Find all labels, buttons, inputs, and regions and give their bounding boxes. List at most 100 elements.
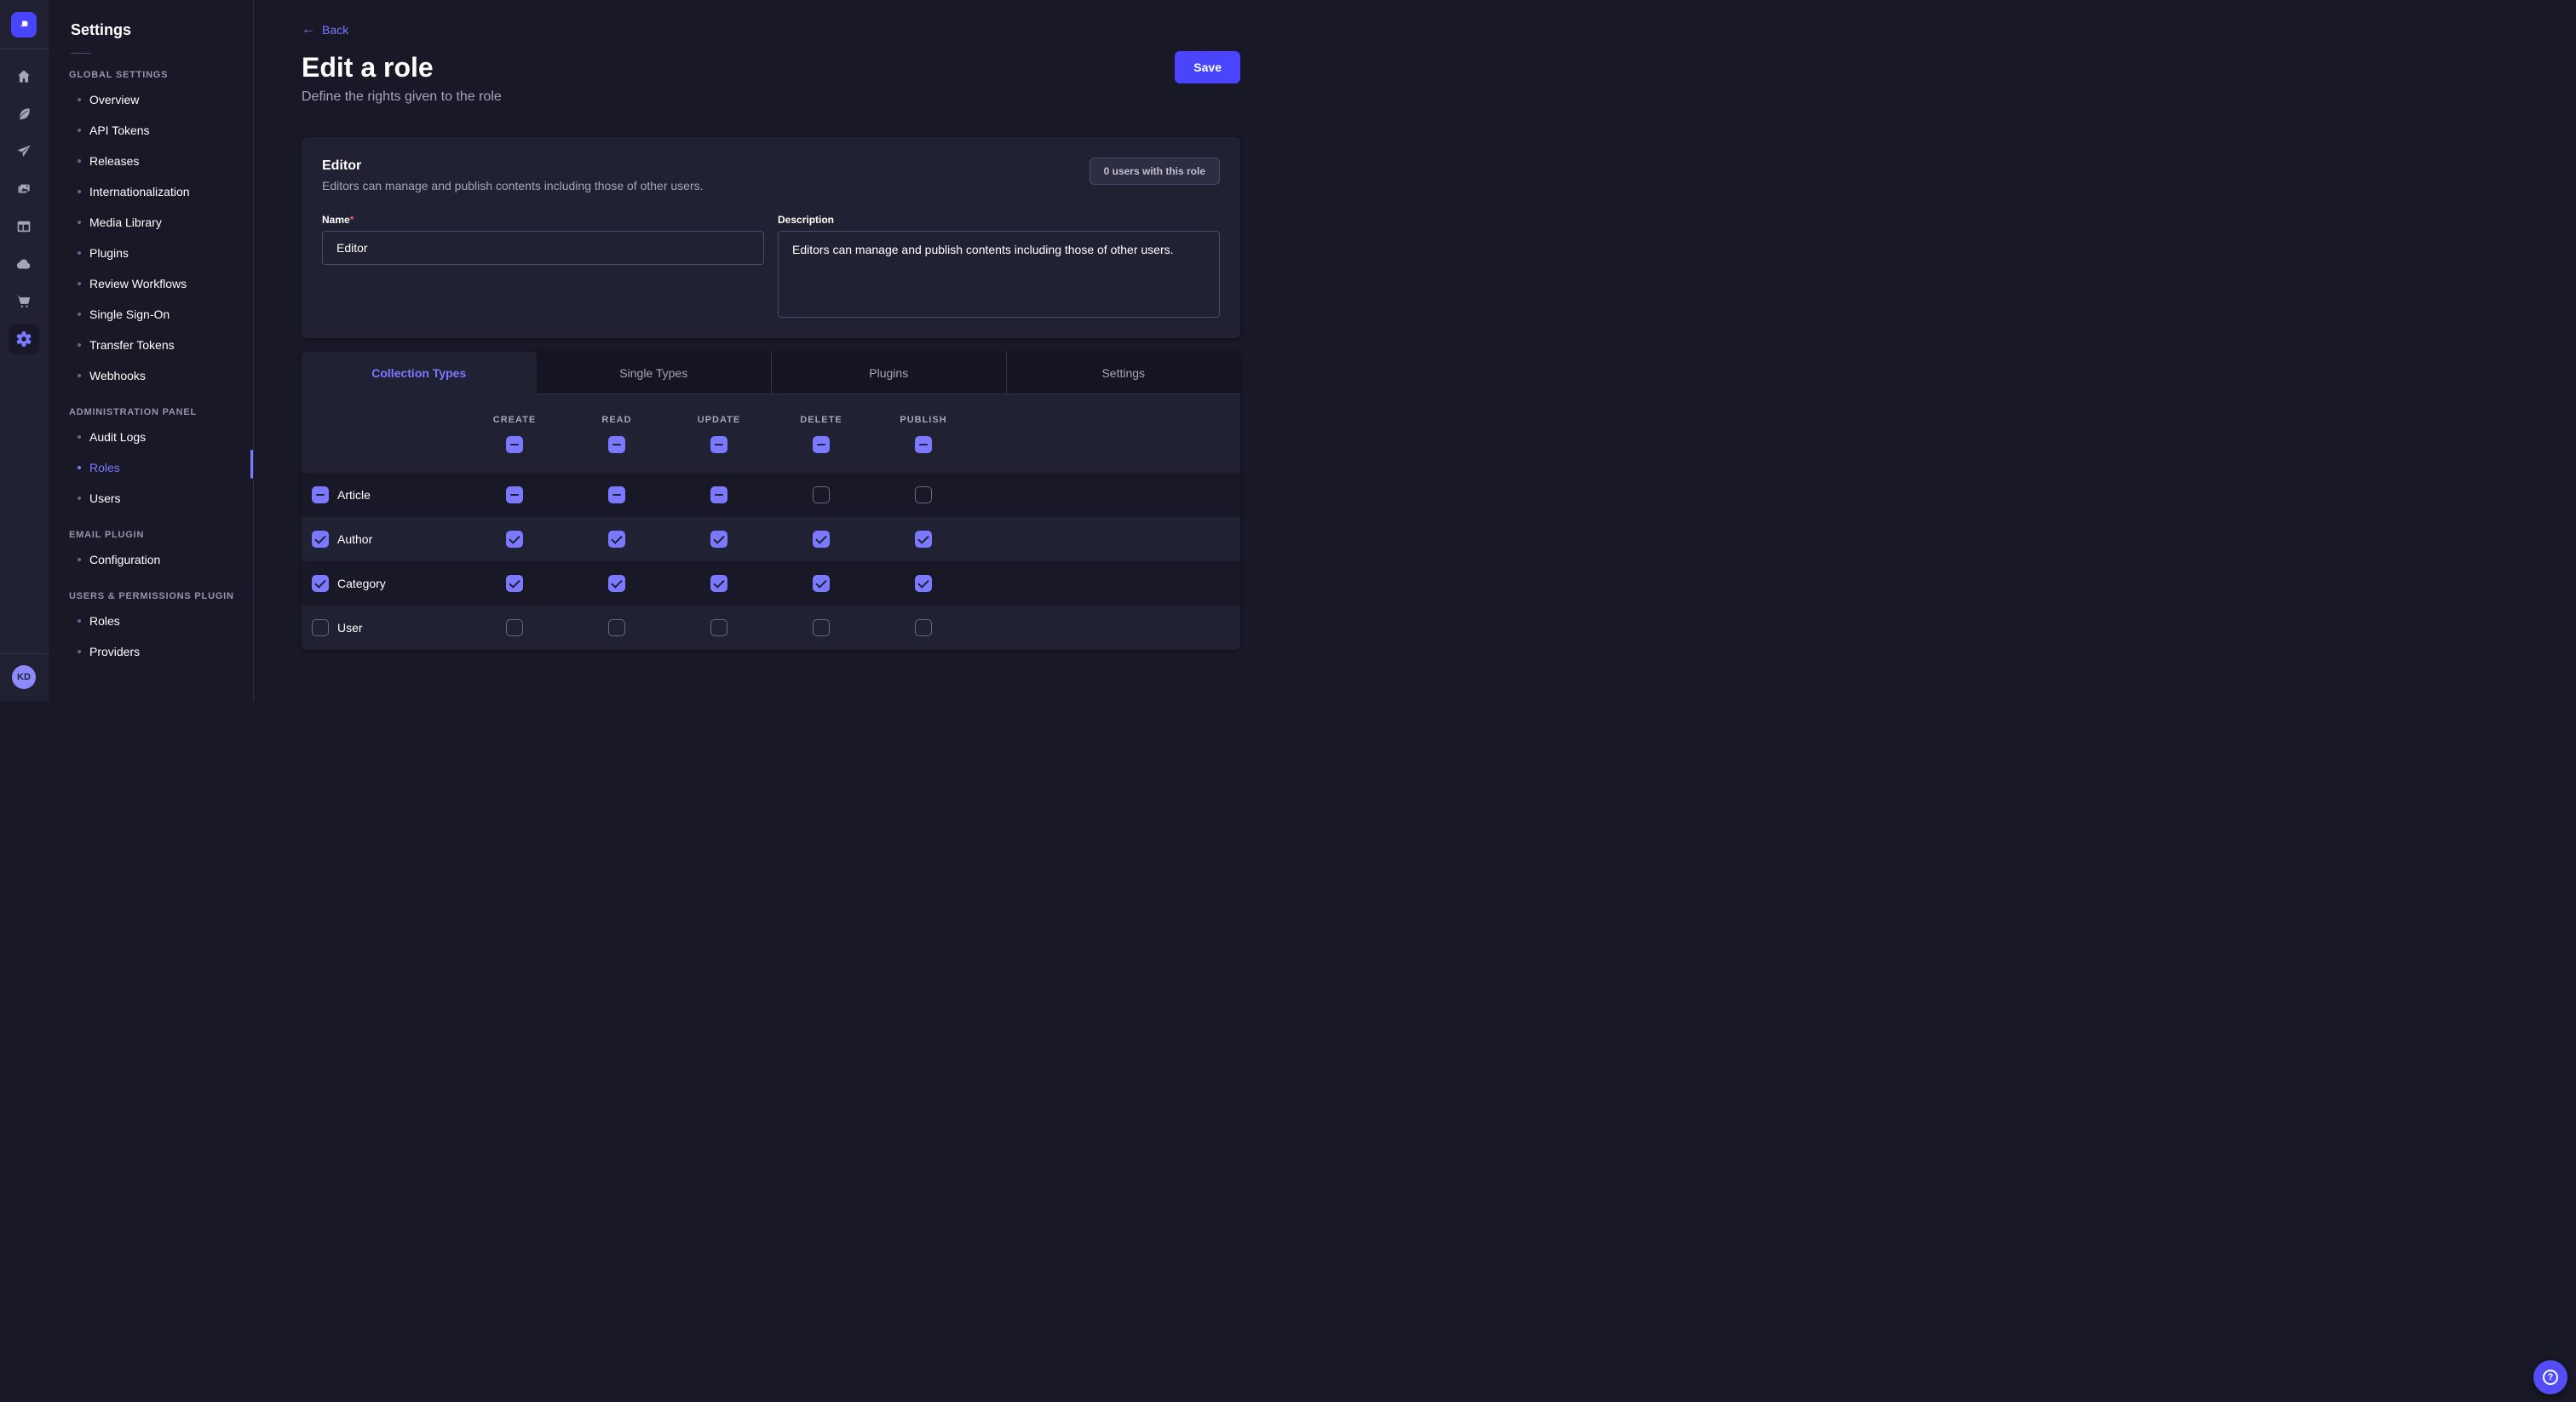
sidebar-item-releases[interactable]: Releases bbox=[49, 146, 253, 176]
sidebar-item-transfer-tokens[interactable]: Transfer Tokens bbox=[49, 330, 253, 360]
author-delete-checkbox[interactable] bbox=[813, 531, 830, 548]
name-field-label: Name* bbox=[322, 214, 764, 226]
select-all-delete-checkbox[interactable] bbox=[813, 436, 830, 453]
subnav-title-divider bbox=[71, 53, 91, 54]
author-publish-checkbox[interactable] bbox=[915, 531, 932, 548]
sidebar-item-overview[interactable]: Overview bbox=[49, 84, 253, 115]
sidebar-item-label: Webhooks bbox=[89, 369, 146, 382]
author-create-checkbox[interactable] bbox=[506, 531, 523, 548]
user-read-checkbox[interactable] bbox=[608, 619, 625, 636]
workspace-logo[interactable] bbox=[0, 0, 48, 49]
sidebar-item-single-sign-on[interactable]: Single Sign-On bbox=[49, 299, 253, 330]
deploy-cloud-icon[interactable] bbox=[9, 249, 39, 279]
sidebar-item-review-workflows[interactable]: Review Workflows bbox=[49, 268, 253, 299]
bullet-icon bbox=[78, 282, 81, 285]
user-avatar[interactable]: KD bbox=[12, 665, 36, 689]
section-email-plugin: EMAIL PLUGIN bbox=[49, 529, 253, 541]
category-update-checkbox[interactable] bbox=[710, 575, 727, 592]
author-read-checkbox[interactable] bbox=[608, 531, 625, 548]
home-icon[interactable] bbox=[9, 61, 39, 92]
table-row-category: Category bbox=[302, 561, 1240, 606]
article-publish-checkbox[interactable] bbox=[915, 486, 932, 503]
sidebar-item-webhooks[interactable]: Webhooks bbox=[49, 360, 253, 391]
select-all-update-checkbox[interactable] bbox=[710, 436, 727, 453]
sidebar-item-api-tokens[interactable]: API Tokens bbox=[49, 115, 253, 146]
article-update-checkbox[interactable] bbox=[710, 486, 727, 503]
sidebar-item-label: Single Sign-On bbox=[89, 307, 170, 321]
bullet-icon bbox=[78, 619, 81, 623]
sidebar-item-up-roles[interactable]: Roles bbox=[49, 606, 253, 636]
tab-plugins[interactable]: Plugins bbox=[771, 352, 1006, 394]
save-button[interactable]: Save bbox=[1175, 51, 1240, 83]
bullet-icon bbox=[78, 313, 81, 316]
category-read-checkbox[interactable] bbox=[608, 575, 625, 592]
select-all-publish-checkbox[interactable] bbox=[915, 436, 932, 453]
sidebar-item-label: Roles bbox=[89, 461, 120, 474]
content-type-name: Category bbox=[337, 577, 386, 590]
sidebar-item-plugins[interactable]: Plugins bbox=[49, 238, 253, 268]
sidebar-item-label: Roles bbox=[89, 614, 120, 628]
sidebar-item-label: Users bbox=[89, 491, 121, 505]
row-select-checkbox[interactable] bbox=[312, 486, 329, 503]
permissions-header-row: CREATE READ UPDATE DELETE PUBLISH bbox=[302, 394, 1240, 473]
content-manager-icon[interactable] bbox=[9, 99, 39, 129]
user-create-checkbox[interactable] bbox=[506, 619, 523, 636]
article-create-checkbox[interactable] bbox=[506, 486, 523, 503]
role-name-heading: Editor bbox=[322, 158, 704, 174]
sidebar-item-users[interactable]: Users bbox=[49, 483, 253, 514]
sidebar-item-label: Internationalization bbox=[89, 185, 190, 198]
author-update-checkbox[interactable] bbox=[710, 531, 727, 548]
table-row-user: User bbox=[302, 606, 1240, 650]
role-description-text: Editors can manage and publish contents … bbox=[322, 179, 704, 193]
content-type-builder-icon[interactable] bbox=[9, 211, 39, 242]
name-input[interactable]: Editor bbox=[322, 231, 764, 265]
help-button[interactable]: ? bbox=[2533, 1360, 2567, 1394]
category-delete-checkbox[interactable] bbox=[813, 575, 830, 592]
row-select-checkbox[interactable] bbox=[312, 619, 329, 636]
row-select-checkbox[interactable] bbox=[312, 575, 329, 592]
content-type-name: User bbox=[337, 621, 363, 635]
sidebar-item-label: API Tokens bbox=[89, 124, 150, 137]
user-delete-checkbox[interactable] bbox=[813, 619, 830, 636]
tab-settings[interactable]: Settings bbox=[1006, 352, 1241, 394]
back-link[interactable]: ← Back bbox=[302, 23, 348, 37]
sidebar-item-label: Plugins bbox=[89, 246, 129, 260]
users-with-role-button[interactable]: 0 users with this role bbox=[1090, 158, 1220, 185]
releases-icon[interactable] bbox=[9, 136, 39, 167]
sidebar-item-roles-active[interactable]: Roles bbox=[49, 452, 253, 483]
category-publish-checkbox[interactable] bbox=[915, 575, 932, 592]
article-read-checkbox[interactable] bbox=[608, 486, 625, 503]
category-create-checkbox[interactable] bbox=[506, 575, 523, 592]
question-mark-icon: ? bbox=[2543, 1370, 2558, 1385]
select-all-read-checkbox[interactable] bbox=[608, 436, 625, 453]
marketplace-cart-icon[interactable] bbox=[9, 286, 39, 317]
subnav-title: Settings bbox=[49, 20, 253, 39]
sidebar-item-media-library[interactable]: Media Library bbox=[49, 207, 253, 238]
user-update-checkbox[interactable] bbox=[710, 619, 727, 636]
sidebar-item-internationalization[interactable]: Internationalization bbox=[49, 176, 253, 207]
tab-collection-types[interactable]: Collection Types bbox=[302, 352, 537, 394]
settings-gear-icon[interactable] bbox=[9, 324, 39, 354]
bullet-icon bbox=[78, 466, 81, 469]
sidebar-item-label: Review Workflows bbox=[89, 277, 187, 290]
permissions-tabs: Collection Types Single Types Plugins Se… bbox=[302, 352, 1240, 394]
user-publish-checkbox[interactable] bbox=[915, 619, 932, 636]
back-label: Back bbox=[322, 23, 348, 37]
article-delete-checkbox[interactable] bbox=[813, 486, 830, 503]
sidebar-item-label: Transfer Tokens bbox=[89, 338, 175, 352]
main-content: ← Back Edit a role Save Define the right… bbox=[254, 0, 1288, 701]
role-details-card: Editor Editors can manage and publish co… bbox=[302, 137, 1240, 338]
table-row-author: Author bbox=[302, 517, 1240, 561]
sidebar-item-label: Media Library bbox=[89, 215, 162, 229]
media-library-icon[interactable] bbox=[9, 174, 39, 204]
row-select-checkbox[interactable] bbox=[312, 531, 329, 548]
sidebar-item-configuration[interactable]: Configuration bbox=[49, 544, 253, 575]
sidebar-item-audit-logs[interactable]: Audit Logs bbox=[49, 422, 253, 452]
column-header-publish: PUBLISH bbox=[900, 415, 946, 425]
tab-single-types[interactable]: Single Types bbox=[537, 352, 772, 394]
description-field-label: Description bbox=[778, 214, 1220, 226]
description-textarea[interactable]: Editors can manage and publish contents … bbox=[778, 231, 1220, 318]
page-title: Edit a role bbox=[302, 51, 434, 83]
select-all-create-checkbox[interactable] bbox=[506, 436, 523, 453]
sidebar-item-providers[interactable]: Providers bbox=[49, 636, 253, 667]
